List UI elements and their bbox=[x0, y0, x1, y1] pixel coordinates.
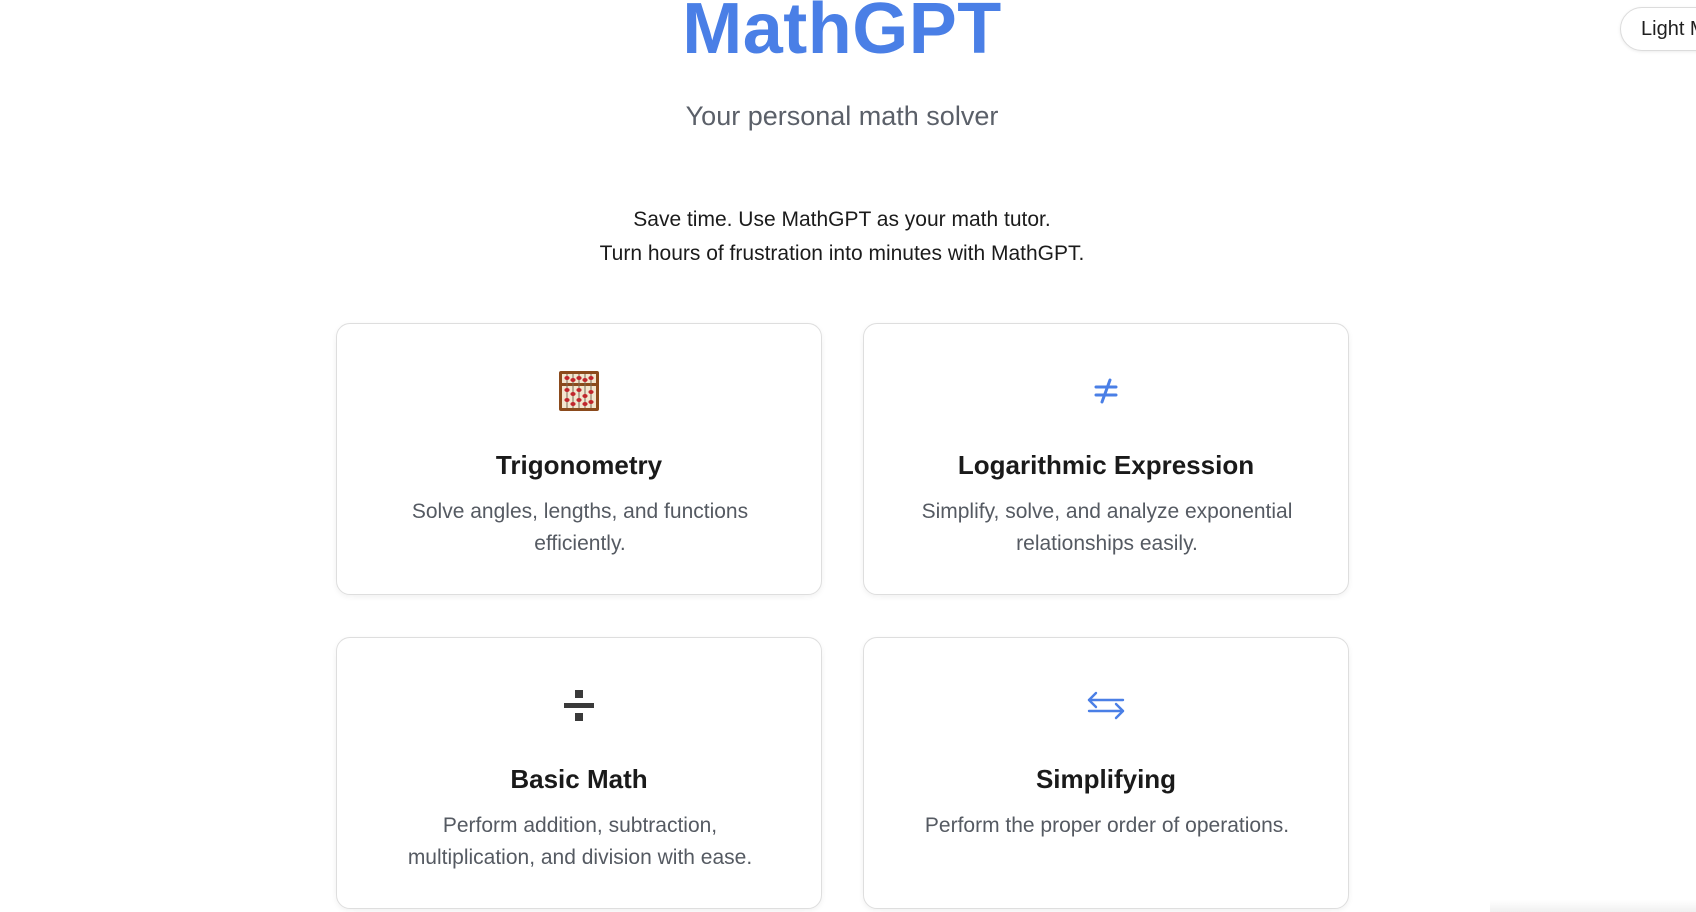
tagline-line-1: Save time. Use MathGPT as your math tuto… bbox=[633, 208, 1051, 231]
topic-card-logarithmic-expression[interactable]: Logarithmic Expression Simplify, solve, … bbox=[863, 323, 1349, 595]
card-title: Logarithmic Expression bbox=[957, 450, 1255, 480]
page-subtitle: Your personal math solver bbox=[685, 101, 999, 131]
theme-toggle-button[interactable]: Light Mode bbox=[1620, 7, 1696, 51]
card-description: Simplify, solve, and analyze exponential… bbox=[921, 500, 1293, 555]
division-icon bbox=[337, 682, 821, 728]
not-equal-icon bbox=[864, 368, 1348, 414]
tagline: Save time. Use MathGPT as your math tuto… bbox=[0, 203, 1684, 271]
swap-arrows-icon bbox=[864, 682, 1348, 728]
card-title: Basic Math bbox=[510, 764, 648, 794]
topic-card-basic-math[interactable]: Basic Math Perform addition, subtraction… bbox=[336, 637, 822, 909]
card-title: Simplifying bbox=[1035, 764, 1177, 794]
scroll-shadow bbox=[1490, 900, 1696, 912]
card-description: Solve angles, lengths, and functions eff… bbox=[411, 500, 749, 555]
topic-card-simplifying[interactable]: Simplifying Perform the proper order of … bbox=[863, 637, 1349, 909]
page-title: MathGPT bbox=[682, 0, 1002, 69]
card-description: Perform the proper order of operations. bbox=[924, 814, 1290, 837]
abacus-icon bbox=[337, 368, 821, 414]
card-description: Perform addition, subtraction, multiplic… bbox=[407, 814, 753, 869]
topic-card-trigonometry[interactable]: Trigonometry Solve angles, lengths, and … bbox=[336, 323, 822, 595]
page: MathGPT Light Mode Your personal math so… bbox=[0, 0, 1696, 912]
tagline-line-2: Turn hours of frustration into minutes w… bbox=[599, 242, 1085, 265]
card-title: Trigonometry bbox=[495, 450, 663, 480]
